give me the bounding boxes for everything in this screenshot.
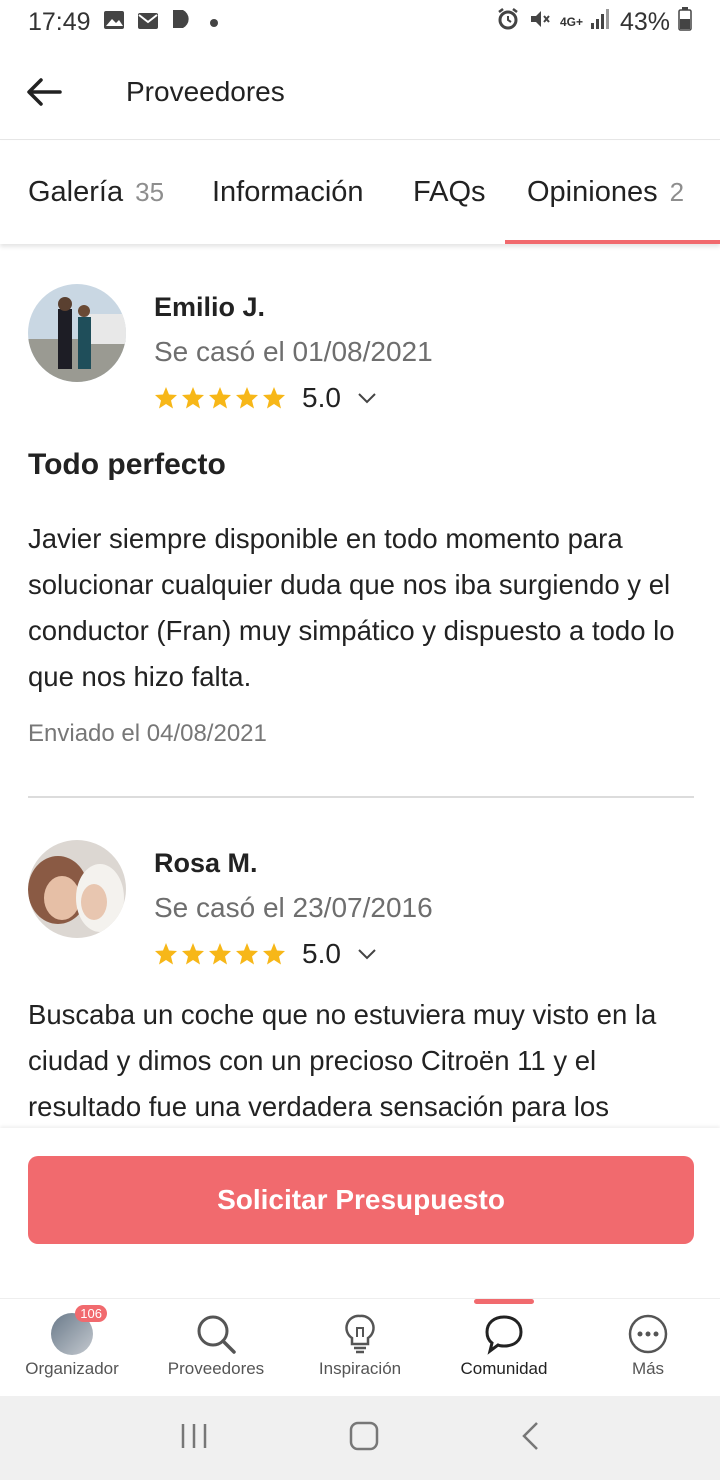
nav-organizador[interactable]: 106 Organizador xyxy=(0,1299,144,1397)
app-icon xyxy=(171,8,195,37)
star-icon xyxy=(155,387,177,409)
nav-comunidad[interactable]: Comunidad xyxy=(432,1299,576,1397)
wedding-date: Se casó el 23/07/2016 xyxy=(154,892,433,923)
reviewer-name: Rosa M. xyxy=(154,848,258,878)
mail-icon xyxy=(137,8,159,37)
review-sent-date: Enviado el 04/08/2021 xyxy=(28,720,267,747)
tab-count: 35 xyxy=(135,177,165,207)
chevron-left-icon xyxy=(521,1421,538,1450)
page-title: Proveedores xyxy=(126,75,285,107)
stars xyxy=(154,386,286,410)
divider xyxy=(28,796,694,798)
avatar xyxy=(28,284,126,382)
reviews-list: Emilio J. Se casó el 01/08/2021 5.0 Todo… xyxy=(0,244,720,1128)
review-title: Todo perfecto xyxy=(28,448,226,481)
review-body: Javier siempre disponible en todo moment… xyxy=(28,523,675,692)
request-quote-button[interactable]: Solicitar Presupuesto xyxy=(28,1156,694,1244)
battery-percent: 43% xyxy=(619,7,670,36)
nav-label: Comunidad xyxy=(460,1359,548,1378)
nav-mas[interactable]: Más xyxy=(576,1299,720,1397)
nav-proveedores[interactable]: Proveedores xyxy=(144,1299,288,1397)
tab-galeria[interactable]: Galería 35 xyxy=(28,141,164,244)
alarm-icon xyxy=(496,7,520,38)
nav-label: Más xyxy=(631,1359,665,1378)
star-icon xyxy=(155,943,177,965)
system-back-button[interactable] xyxy=(519,1420,541,1457)
nav-label: Inspiración xyxy=(318,1359,402,1378)
rating[interactable]: 5.0 xyxy=(154,938,377,970)
star-icon xyxy=(182,943,204,965)
stars xyxy=(154,942,286,966)
nav-label: Proveedores xyxy=(167,1359,265,1378)
home-icon xyxy=(349,1421,379,1450)
cta-container: Solicitar Presupuesto xyxy=(0,1128,720,1298)
dot-icon xyxy=(207,8,221,37)
status-time: 17:49 xyxy=(28,7,91,36)
gallery-icon xyxy=(103,8,125,37)
rating-score: 5.0 xyxy=(302,382,341,413)
star-icon xyxy=(209,943,231,965)
bottom-nav: 106 Organizador Proveedores Inspiración … xyxy=(0,1298,720,1396)
review-item: Emilio J. Se casó el 01/08/2021 5.0 Todo… xyxy=(28,284,694,764)
tab-label: Opiniones xyxy=(527,176,658,208)
network-type: 4G+ xyxy=(559,15,583,29)
battery-icon xyxy=(678,6,692,38)
arrow-left-icon xyxy=(27,77,62,106)
rating[interactable]: 5.0 xyxy=(154,382,377,414)
nav-inspiracion[interactable]: Inspiración xyxy=(288,1299,432,1397)
app-bar: Proveedores xyxy=(0,44,720,140)
star-icon xyxy=(263,943,285,965)
notification-badge: 106 xyxy=(75,1305,107,1322)
mute-icon xyxy=(528,7,552,38)
tab-label: Galería xyxy=(28,176,124,208)
tab-count: 2 xyxy=(669,177,685,207)
review-body: Buscaba un coche que no estuviera muy vi… xyxy=(28,999,657,1122)
signal-icon xyxy=(590,8,612,37)
star-icon xyxy=(263,387,285,409)
star-icon xyxy=(182,387,204,409)
home-button[interactable] xyxy=(348,1420,380,1457)
tab-faqs[interactable]: FAQs xyxy=(413,141,486,244)
chevron-down-icon xyxy=(358,949,376,960)
chevron-down-icon xyxy=(358,393,376,404)
recent-apps-icon xyxy=(182,1423,207,1448)
nav-label: Organizador xyxy=(25,1359,119,1378)
star-icon xyxy=(209,387,231,409)
rating-score: 5.0 xyxy=(302,938,341,969)
system-nav-bar xyxy=(0,1396,720,1480)
star-icon xyxy=(236,387,258,409)
recent-apps-button[interactable] xyxy=(179,1422,209,1455)
status-bar: 17:49 4G+ 43% xyxy=(0,0,720,44)
back-button[interactable] xyxy=(14,62,74,122)
search-icon xyxy=(197,1315,236,1354)
review-item: Rosa M. Se casó el 23/07/2016 5.0 Buscab… xyxy=(28,840,694,1128)
tab-bar: Galería 35 Información FAQs Opiniones 2 xyxy=(0,141,720,244)
star-icon xyxy=(236,943,258,965)
tab-opiniones[interactable]: Opiniones 2 xyxy=(504,141,720,244)
chat-bubble-icon xyxy=(485,1315,523,1355)
tab-label: Información xyxy=(212,176,364,208)
avatar xyxy=(28,840,126,938)
wedding-date: Se casó el 01/08/2021 xyxy=(154,336,433,367)
more-icon xyxy=(628,1314,668,1354)
tab-informacion[interactable]: Información xyxy=(212,141,364,244)
lightbulb-icon xyxy=(345,1314,375,1354)
tab-label: FAQs xyxy=(413,176,486,208)
reviewer-name: Emilio J. xyxy=(154,292,266,322)
avatar-icon: 106 xyxy=(51,1305,107,1355)
